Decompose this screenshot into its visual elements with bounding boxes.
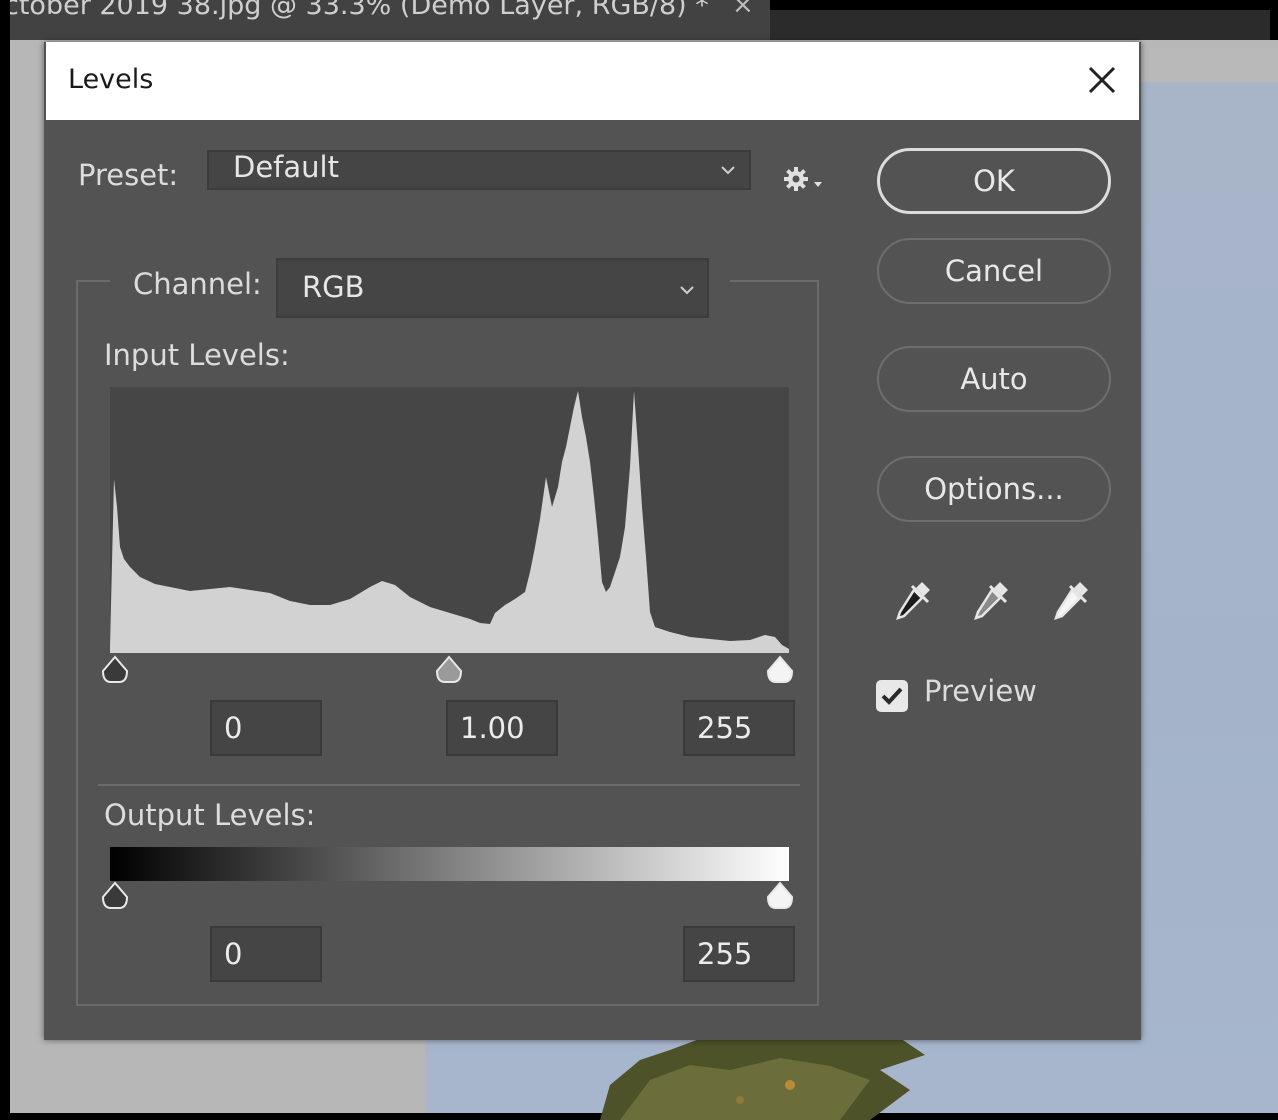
output-gradient-bar: [110, 847, 789, 881]
document-tab-title: ctober 2019 38.jpg @ 33.3% (Demo Layer, …: [10, 0, 709, 21]
input-black-slider[interactable]: [99, 654, 131, 686]
chevron-down-icon: [721, 166, 735, 175]
output-levels-label: Output Levels:: [104, 798, 316, 832]
chevron-down-icon: [680, 286, 694, 295]
white-point-eyedropper-icon[interactable]: [1050, 578, 1092, 624]
input-white-slider[interactable]: [764, 654, 796, 686]
channel-label: Channel:: [133, 267, 262, 301]
output-white-slider[interactable]: [764, 880, 796, 912]
document-tab-close-icon[interactable]: ×: [732, 0, 754, 20]
input-gamma-slider[interactable]: [433, 654, 465, 686]
auto-button[interactable]: Auto: [877, 346, 1111, 412]
tab-strip-empty: [770, 10, 1270, 40]
preset-value: Default: [233, 150, 339, 184]
input-levels-label: Input Levels:: [104, 338, 290, 372]
histogram: [110, 387, 789, 653]
input-gamma-field[interactable]: 1.00: [446, 700, 558, 756]
ok-button[interactable]: OK: [877, 148, 1111, 214]
preview-label[interactable]: Preview: [924, 674, 1037, 708]
channel-dropdown[interactable]: RGB: [276, 258, 709, 318]
document-tab[interactable]: ctober 2019 38.jpg @ 33.3% (Demo Layer, …: [10, 0, 770, 40]
black-point-eyedropper-icon[interactable]: [892, 578, 934, 624]
channel-value: RGB: [302, 270, 365, 304]
dialog-title: Levels: [68, 64, 154, 95]
input-white-field[interactable]: 255: [683, 700, 795, 756]
input-black-field[interactable]: 0: [210, 700, 322, 756]
options-button[interactable]: Options...: [877, 456, 1111, 522]
levels-dialog: Levels Preset: Default Channel: RGB Inpu…: [44, 42, 1141, 1040]
document-tab-bar: ctober 2019 38.jpg @ 33.3% (Demo Layer, …: [0, 0, 1278, 40]
preview-checkbox[interactable]: [876, 680, 908, 712]
output-black-slider[interactable]: [99, 880, 131, 912]
gray-point-eyedropper-icon[interactable]: [970, 578, 1012, 624]
tree-in-photo: [600, 1032, 925, 1120]
output-white-field[interactable]: 255: [683, 926, 795, 982]
preset-dropdown[interactable]: Default: [207, 150, 751, 190]
preset-options-gear-icon[interactable]: [782, 164, 826, 198]
dialog-titlebar: Levels: [46, 42, 1139, 120]
preset-label: Preset:: [78, 158, 179, 192]
checkmark-icon: [881, 687, 903, 705]
cancel-button[interactable]: Cancel: [877, 238, 1111, 304]
close-icon[interactable]: [1082, 60, 1122, 100]
section-divider: [98, 784, 800, 786]
canvas-pasteboard: [1135, 48, 1278, 82]
output-black-field[interactable]: 0: [210, 926, 322, 982]
